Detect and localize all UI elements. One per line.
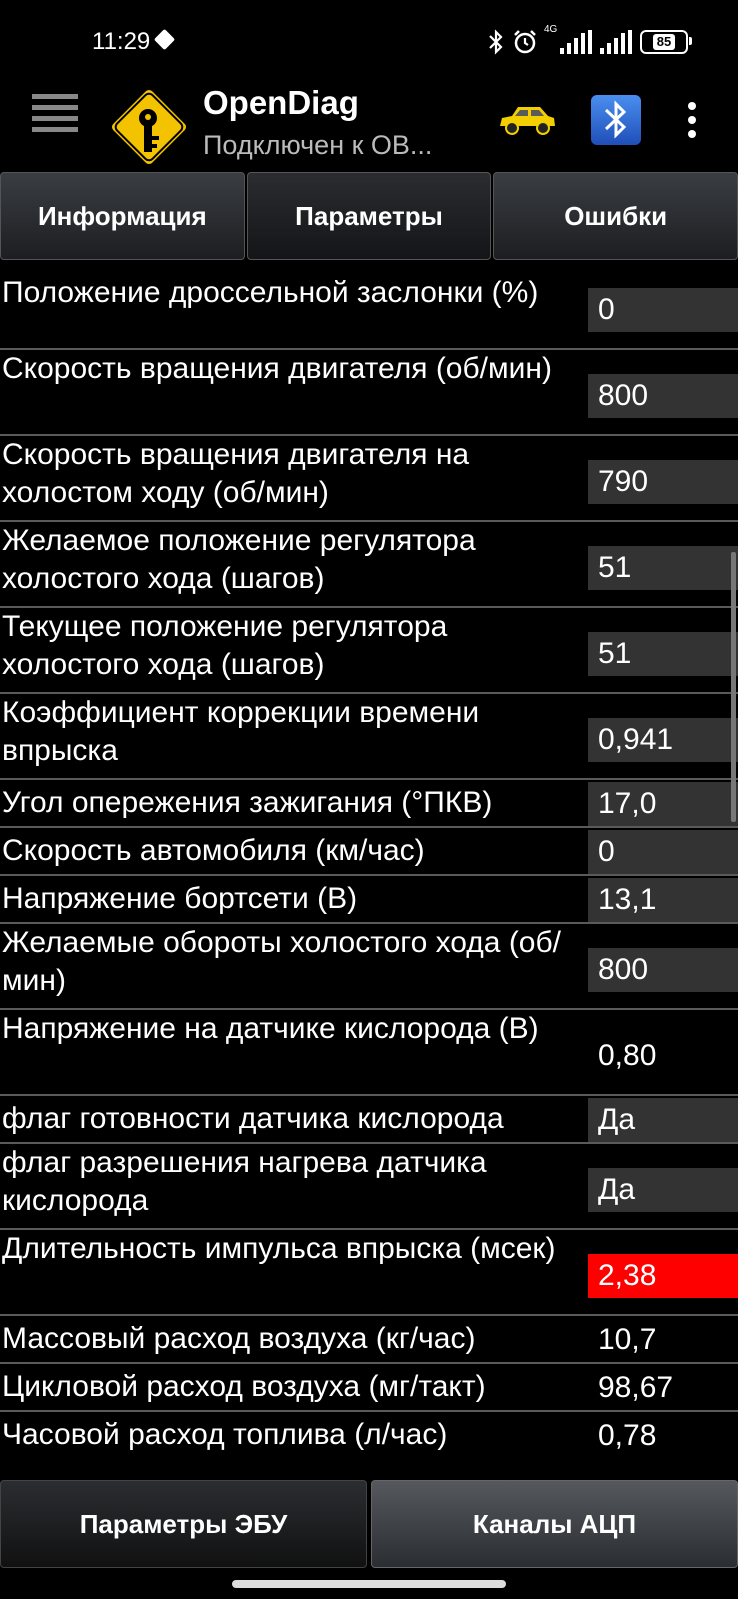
home-indicator[interactable] (232, 1580, 506, 1588)
param-label: Массовый расход воздуха (кг/час) (2, 1322, 476, 1355)
tab-errors[interactable]: Ошибки (493, 172, 738, 260)
notification-diamond-icon (153, 28, 176, 51)
param-label: флаг готовности датчика кислорода (2, 1102, 504, 1135)
mobile-signal-2-icon (600, 30, 632, 54)
status-time: 11:29 (92, 28, 151, 55)
param-label: Желаемое положение регулятора холостого … (2, 524, 476, 595)
list-item: Желаемые обороты холостого хода (об/мин)… (0, 924, 738, 1010)
car-icon[interactable] (496, 102, 558, 138)
param-value: 0 (588, 288, 738, 332)
param-label: Положение дроссельной заслонки (%) (2, 276, 539, 309)
list-item: Напряжение на датчике кислорода (В) 0,80 (0, 1010, 738, 1096)
list-item: Скорость вращения двигателя на холостом … (0, 436, 738, 522)
list-item: Текущее положение регулятора холостого х… (0, 608, 738, 694)
param-value: 98,67 (598, 1371, 674, 1404)
tab-adc-channels[interactable]: Каналы АЦП (371, 1480, 738, 1568)
menu-icon[interactable] (32, 94, 78, 144)
list-item: Длительность импульса впрыска (мсек) 2,3… (0, 1230, 738, 1316)
list-item: Напряжение бортсети (В) 13,1 (0, 876, 738, 924)
param-value: 800 (588, 374, 738, 418)
bluetooth-elm-icon[interactable] (590, 94, 642, 146)
list-item: Массовый расход воздуха (кг/час) 10,7 (0, 1316, 738, 1364)
param-label: Коэффициент коррекции времени впрыска (2, 696, 480, 767)
param-label: Скорость автомобиля (км/час) (2, 834, 425, 867)
param-label: Желаемые обороты холостого хода (об/мин) (2, 926, 562, 997)
param-value: 800 (588, 948, 738, 992)
param-value-alert: 2,38 (588, 1254, 738, 1298)
opendiag-logo-icon (108, 86, 190, 168)
param-label: Скорость вращения двигателя (об/мин) (2, 352, 552, 385)
tab-ecu-params[interactable]: Параметры ЭБУ (0, 1480, 367, 1568)
param-label: Часовой расход топлива (л/час) (2, 1418, 448, 1451)
list-item: Положение дроссельной заслонки (%) 0 (0, 262, 738, 350)
param-value: 790 (588, 460, 738, 504)
bottom-tabs: Параметры ЭБУ Каналы АЦП (0, 1480, 738, 1568)
param-label: Цикловой расход воздуха (мг/такт) (2, 1370, 486, 1403)
alarm-icon (514, 30, 536, 54)
list-item: Скорость автомобиля (км/час) 0 (0, 828, 738, 876)
param-label: Длительность импульса впрыска (мсек) (2, 1232, 556, 1265)
param-label: Угол опережения зажигания (°ПКВ) (2, 786, 493, 819)
network-type: 4G (544, 24, 558, 35)
mobile-signal-icon: 4G (544, 24, 592, 54)
param-value: 0,80 (598, 1039, 657, 1072)
list-item: Часовой расход топлива (л/час) 0,78 (0, 1412, 738, 1460)
param-value: Да (588, 1168, 738, 1212)
param-value: Да (588, 1098, 738, 1142)
param-value: 51 (588, 546, 738, 590)
battery-icon: 85 (640, 30, 692, 54)
top-tabs: Информация Параметры Ошибки (0, 172, 738, 262)
app-bar: OpenDiag Подключен к ОВ... (0, 82, 738, 170)
bluetooth-icon (489, 29, 503, 55)
connection-status: Подключен к ОВ... (203, 130, 433, 160)
param-value: 17,0 (588, 782, 738, 826)
list-item: флаг разрешения нагрева датчика кислород… (0, 1144, 738, 1230)
param-value: 13,1 (588, 878, 738, 922)
list-item: Скорость вращения двигателя (об/мин) 800 (0, 350, 738, 436)
status-icons: 4G 85 (488, 24, 692, 58)
list-item: Желаемое положение регулятора холостого … (0, 522, 738, 608)
param-label: Скорость вращения двигателя на холостом … (2, 438, 470, 509)
battery-level: 85 (652, 34, 676, 50)
app-title: OpenDiag (203, 84, 359, 121)
param-value: 0,941 (588, 718, 738, 762)
scrollbar[interactable] (731, 552, 736, 822)
overflow-menu-icon[interactable] (686, 102, 698, 142)
status-bar: 11:29 4G 85 (0, 0, 738, 82)
tab-info[interactable]: Информация (0, 172, 245, 260)
list-item: Коэффициент коррекции времени впрыска 0,… (0, 694, 738, 780)
parameter-list[interactable]: Положение дроссельной заслонки (%) 0 Ско… (0, 262, 738, 1480)
param-label: Напряжение на датчике кислорода (В) (2, 1012, 539, 1045)
param-label: Напряжение бортсети (В) (2, 882, 358, 915)
param-value: 0 (588, 830, 738, 874)
param-value: 0,78 (598, 1419, 657, 1452)
param-label: флаг разрешения нагрева датчика кислород… (2, 1146, 487, 1217)
list-item: Цикловой расход воздуха (мг/такт) 98,67 (0, 1364, 738, 1412)
list-item: флаг готовности датчика кислорода Да (0, 1096, 738, 1144)
list-item: Угол опережения зажигания (°ПКВ) 17,0 (0, 780, 738, 828)
param-label: Текущее положение регулятора холостого х… (2, 610, 448, 681)
tab-params[interactable]: Параметры (246, 172, 492, 260)
param-value: 10,7 (598, 1323, 657, 1356)
param-value: 51 (588, 632, 738, 676)
